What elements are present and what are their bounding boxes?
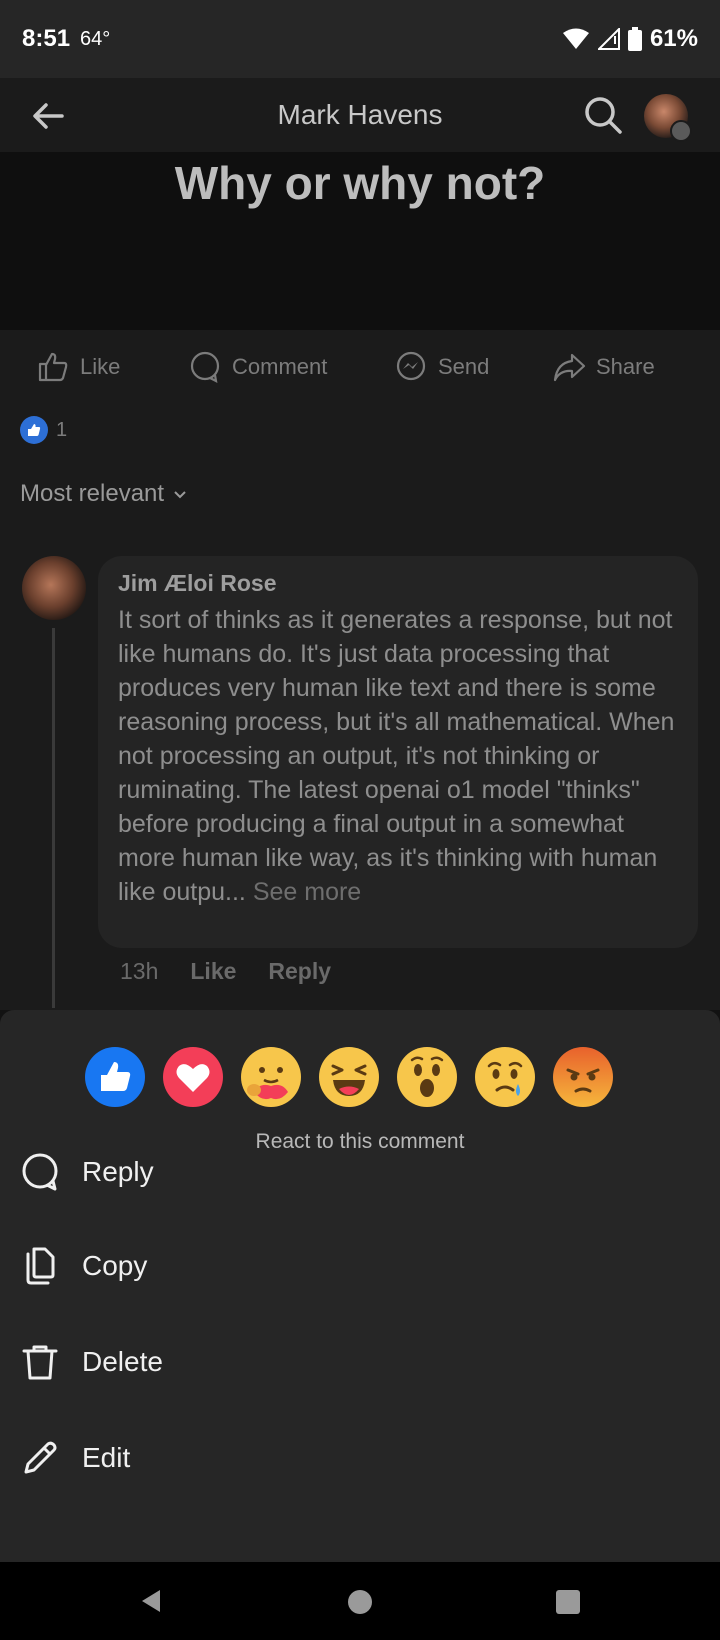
care-reaction-icon[interactable] <box>240 1046 302 1108</box>
edit-menu-label: Edit <box>82 1442 131 1473</box>
comment-icon <box>190 351 220 383</box>
reply-menu-label: Reply <box>82 1156 154 1187</box>
back-arrow-icon[interactable] <box>28 96 68 136</box>
thread-line <box>52 628 55 1008</box>
reaction-picker <box>84 1046 636 1110</box>
search-icon[interactable] <box>582 94 624 136</box>
love-reaction-icon[interactable] <box>162 1046 224 1108</box>
comment-meta: 13h Like Reply <box>120 958 331 985</box>
nav-recents-icon[interactable] <box>556 1590 580 1614</box>
battery-percent: 61% <box>649 25 698 52</box>
delete-menu-label: Delete <box>82 1346 163 1377</box>
status-indicators: 61% <box>562 25 698 53</box>
angry-reaction-icon[interactable] <box>552 1046 614 1108</box>
comment-label: Comment <box>232 354 328 379</box>
profile-avatar[interactable] <box>644 94 692 142</box>
system-nav-bar <box>0 1562 720 1640</box>
nav-home-icon[interactable] <box>348 1590 372 1614</box>
wifi-icon <box>562 28 589 49</box>
post-image-text: Why or why not? <box>174 157 546 209</box>
comment-button[interactable]: Comment <box>188 350 327 384</box>
like-label: Like <box>80 354 121 379</box>
thumbs-up-icon <box>38 352 68 382</box>
nav-back-icon[interactable] <box>138 1588 164 1614</box>
wow-reaction-icon[interactable] <box>396 1046 458 1108</box>
copy-menu-item[interactable]: Copy <box>20 1246 147 1286</box>
comment-reply-button[interactable]: Reply <box>268 958 331 985</box>
app-header: Mark Havens <box>0 78 720 152</box>
react-to-comment-label: React to this comment <box>255 1130 465 1153</box>
send-button[interactable]: Send <box>394 350 489 384</box>
delete-menu-item[interactable]: Delete <box>20 1342 163 1382</box>
comment-body: It sort of thinks as it generates a resp… <box>118 606 675 906</box>
comment-bubble[interactable]: Jim Æloi Rose It sort of thinks as it ge… <box>98 556 698 948</box>
status-time: 8:51 <box>22 25 71 52</box>
copy-icon <box>26 1247 55 1285</box>
share-icon <box>553 353 586 382</box>
like-reaction-icon[interactable] <box>84 1046 146 1108</box>
sad-reaction-icon[interactable] <box>474 1046 536 1108</box>
post-image: Why or why not? <box>0 152 720 330</box>
comment-options-sheet: React to this comment Reply Copy Delete … <box>0 1010 720 1562</box>
send-label: Send <box>438 354 490 379</box>
like-reaction-icon <box>20 416 48 444</box>
commenter-avatar[interactable] <box>22 556 86 620</box>
reaction-count: 1 <box>56 418 68 441</box>
like-button[interactable]: Like <box>36 350 120 384</box>
comment-timestamp: 13h <box>120 958 159 984</box>
comment-text: It sort of thinks as it generates a resp… <box>118 603 678 909</box>
reply-icon <box>22 1153 58 1191</box>
trash-icon <box>22 1345 58 1380</box>
reaction-summary[interactable]: 1 <box>20 416 67 444</box>
comment-like-button[interactable]: Like <box>190 958 236 985</box>
messenger-icon <box>396 351 426 381</box>
reply-menu-item[interactable]: Reply <box>20 1152 154 1192</box>
chevron-down-icon <box>174 491 186 499</box>
pencil-icon <box>24 1441 57 1474</box>
sort-label: Most relevant <box>20 480 165 507</box>
chevron-down-icon <box>670 120 692 142</box>
see-more-link[interactable]: See more <box>253 878 361 906</box>
edit-menu-item[interactable]: Edit <box>20 1438 130 1478</box>
status-temperature: 64° <box>80 27 111 50</box>
share-label: Share <box>596 354 655 379</box>
cell-signal-icon <box>597 28 620 50</box>
sort-dropdown[interactable]: Most relevant <box>20 480 188 508</box>
copy-menu-label: Copy <box>82 1250 148 1281</box>
status-bar: 8:51 64° 61% <box>0 0 720 78</box>
comment-author[interactable]: Jim Æloi Rose <box>118 570 678 597</box>
haha-reaction-icon[interactable] <box>318 1046 380 1108</box>
battery-icon <box>627 27 642 51</box>
share-button[interactable]: Share <box>552 350 655 384</box>
